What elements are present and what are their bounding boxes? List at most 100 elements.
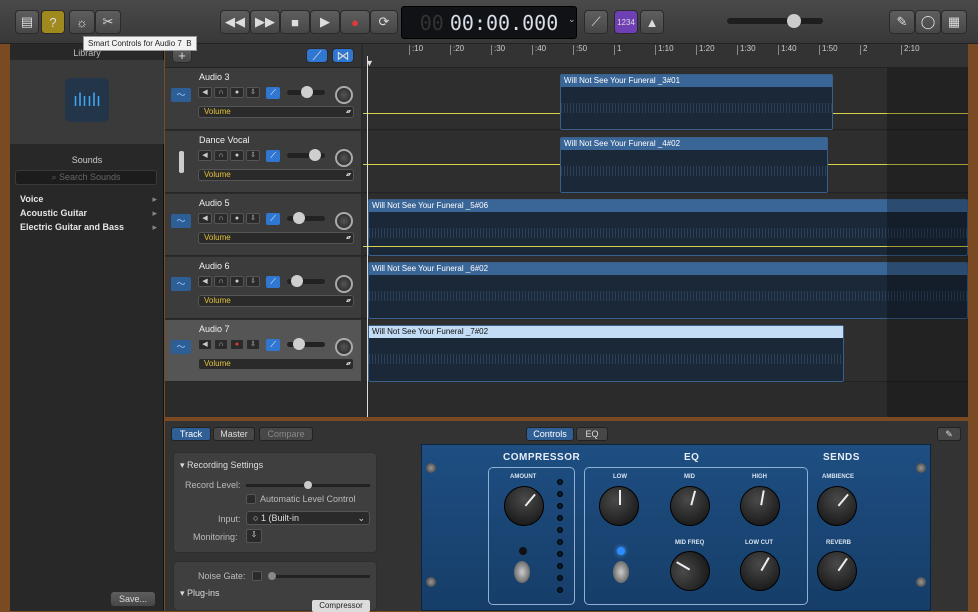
record-level-thumb[interactable] [304,481,312,489]
automation-param-select[interactable]: Volume [198,358,354,370]
lcd-time-display[interactable]: 00 00:00.000 [401,6,577,39]
volume-slider[interactable] [287,275,325,287]
category-voice[interactable]: Voice [20,194,43,204]
volume-thumb[interactable] [291,275,303,287]
notepad-icon[interactable]: ✎ [889,10,915,34]
ambience-knob[interactable] [808,477,866,535]
pan-knob[interactable] [335,149,353,167]
count-in-button[interactable]: 1234 [614,10,638,34]
track-lane[interactable]: Will Not See Your Funeral _7#02 [363,320,968,382]
mute-icon[interactable]: ◀ [198,150,212,161]
reverb-knob[interactable] [809,543,865,599]
audio-region-selected[interactable]: Will Not See Your Funeral _7#02 [368,325,844,382]
record-enable-icon[interactable]: ● [230,339,244,350]
media-browser-icon[interactable]: ▦ [941,10,967,34]
editors-scissors-icon[interactable]: ✂ [95,10,121,34]
automation-line[interactable] [363,246,968,247]
mute-icon[interactable]: ◀ [198,276,212,287]
volume-slider[interactable] [287,149,325,161]
master-volume-thumb[interactable] [787,14,801,28]
eq-low-knob[interactable] [599,486,639,526]
noise-gate-checkbox[interactable] [252,571,262,581]
track-header-selected[interactable]: 〜 Audio 7 ◀ ∩ ● ⇩ ⟋ Volume [165,320,361,382]
input-select[interactable]: ○ 1 (Built-in ⌄ [246,511,370,525]
mute-icon[interactable]: ◀ [198,339,212,350]
automation-icon[interactable]: ⟋ [306,48,328,63]
pan-knob[interactable] [335,338,353,356]
input-monitor-icon[interactable]: ⇩ [246,87,260,98]
smart-controls-icon[interactable]: ☼ [69,10,95,34]
tab-compare[interactable]: Compare [259,427,313,441]
audio-region[interactable]: Will Not See Your Funeral _3#01 [560,74,833,130]
automation-toggle[interactable]: ⟋ [266,276,280,288]
track-header[interactable]: 〜 Audio 6 ◀ ∩ ● ⇩ ⟋ Volume [165,257,361,319]
compressor-plugin-slot[interactable]: Compressor [312,600,370,612]
track-header[interactable]: 〜 Audio 5 ◀ ∩ ● ⇩ ⟋ Volume [165,194,361,256]
volume-slider[interactable] [287,212,325,224]
automation-toggle[interactable]: ⟋ [266,150,280,162]
recording-settings-header[interactable]: ▾ Recording Settings [180,460,263,471]
volume-thumb[interactable] [301,86,313,98]
auto-level-checkbox[interactable] [246,494,256,504]
volume-thumb[interactable] [293,212,305,224]
audio-region[interactable]: Will Not See Your Funeral _6#02 [368,262,968,319]
category-electric-guitar[interactable]: Electric Guitar and Bass [20,222,124,232]
flex-icon[interactable]: ⋈ [332,48,354,63]
volume-slider[interactable] [287,86,325,98]
save-button[interactable]: Save... [110,591,156,607]
tab-track[interactable]: Track [171,427,211,441]
mute-icon[interactable]: ◀ [198,213,212,224]
record-enable-icon[interactable]: ● [230,276,244,287]
playhead-line[interactable] [367,56,368,417]
master-volume-slider[interactable] [727,14,823,28]
tuner-icon[interactable]: ⟋ [584,10,608,34]
volume-slider[interactable] [287,338,325,350]
tab-eq[interactable]: EQ [576,427,608,441]
lcd-dropdown-icon[interactable]: ⌄ [568,14,576,25]
search-sounds-input[interactable]: ⌕ Search Sounds [15,170,157,185]
track-lane[interactable]: Will Not See Your Funeral _5#06 [363,194,968,256]
forward-icon[interactable]: ▶▶ [250,10,280,34]
help-icon[interactable]: ? [41,10,65,34]
track-lane[interactable]: Will Not See Your Funeral _4#02 [363,131,968,193]
edit-pencil-icon[interactable]: ✎ [937,427,961,441]
track-header[interactable]: 〜 Audio 3 ◀ ∩ ● ⇩ ⟋ Volume [165,68,361,130]
category-acoustic-guitar[interactable]: Acoustic Guitar [20,208,87,218]
headphones-icon[interactable]: ∩ [214,213,228,224]
library-icon[interactable]: ▤ [15,10,39,34]
headphones-icon[interactable]: ∩ [214,150,228,161]
pan-knob[interactable] [335,86,353,104]
compressor-toggle-switch[interactable] [514,561,530,583]
record-enable-icon[interactable]: ● [230,213,244,224]
input-monitor-icon[interactable]: ⇩ [246,276,260,287]
noise-gate-thumb[interactable] [268,572,276,580]
cycle-icon[interactable]: ⟳ [370,10,398,34]
automation-param-select[interactable]: Volume [198,106,354,118]
audio-region[interactable]: Will Not See Your Funeral _5#06 [368,199,968,256]
volume-thumb[interactable] [309,149,321,161]
tab-controls[interactable]: Controls [526,427,574,441]
record-enable-icon[interactable]: ● [230,150,244,161]
metronome-icon[interactable]: ▲ [640,10,664,34]
automation-toggle[interactable]: ⟋ [266,213,280,225]
volume-thumb[interactable] [293,338,305,350]
tab-master[interactable]: Master [213,427,255,441]
loop-browser-icon[interactable]: ◯ [915,10,941,34]
headphones-icon[interactable]: ∩ [214,276,228,287]
input-monitor-icon[interactable]: ⇩ [246,339,260,350]
record-enable-icon[interactable]: ● [230,87,244,98]
timeline-ruler[interactable]: ▼ :10:20:30:40:50 1 1:10 1:20 1:30 1:40 1:50 2 2… [363,44,968,68]
automation-param-select[interactable]: Volume [198,295,354,307]
track-header[interactable]: Dance Vocal ◀ ∩ ● ⇩ ⟋ Volume [165,131,361,193]
noise-gate-slider[interactable] [268,572,370,580]
pan-knob[interactable] [335,275,353,293]
play-icon[interactable]: ▶ [310,10,340,34]
automation-param-select[interactable]: Volume [198,169,354,181]
mute-icon[interactable]: ◀ [198,87,212,98]
pan-knob[interactable] [335,212,353,230]
eq-toggle-switch[interactable] [613,561,629,583]
headphones-icon[interactable]: ∩ [214,87,228,98]
input-monitor-icon[interactable]: ⇩ [246,213,260,224]
automation-toggle[interactable]: ⟋ [266,339,280,351]
headphones-icon[interactable]: ∩ [214,339,228,350]
